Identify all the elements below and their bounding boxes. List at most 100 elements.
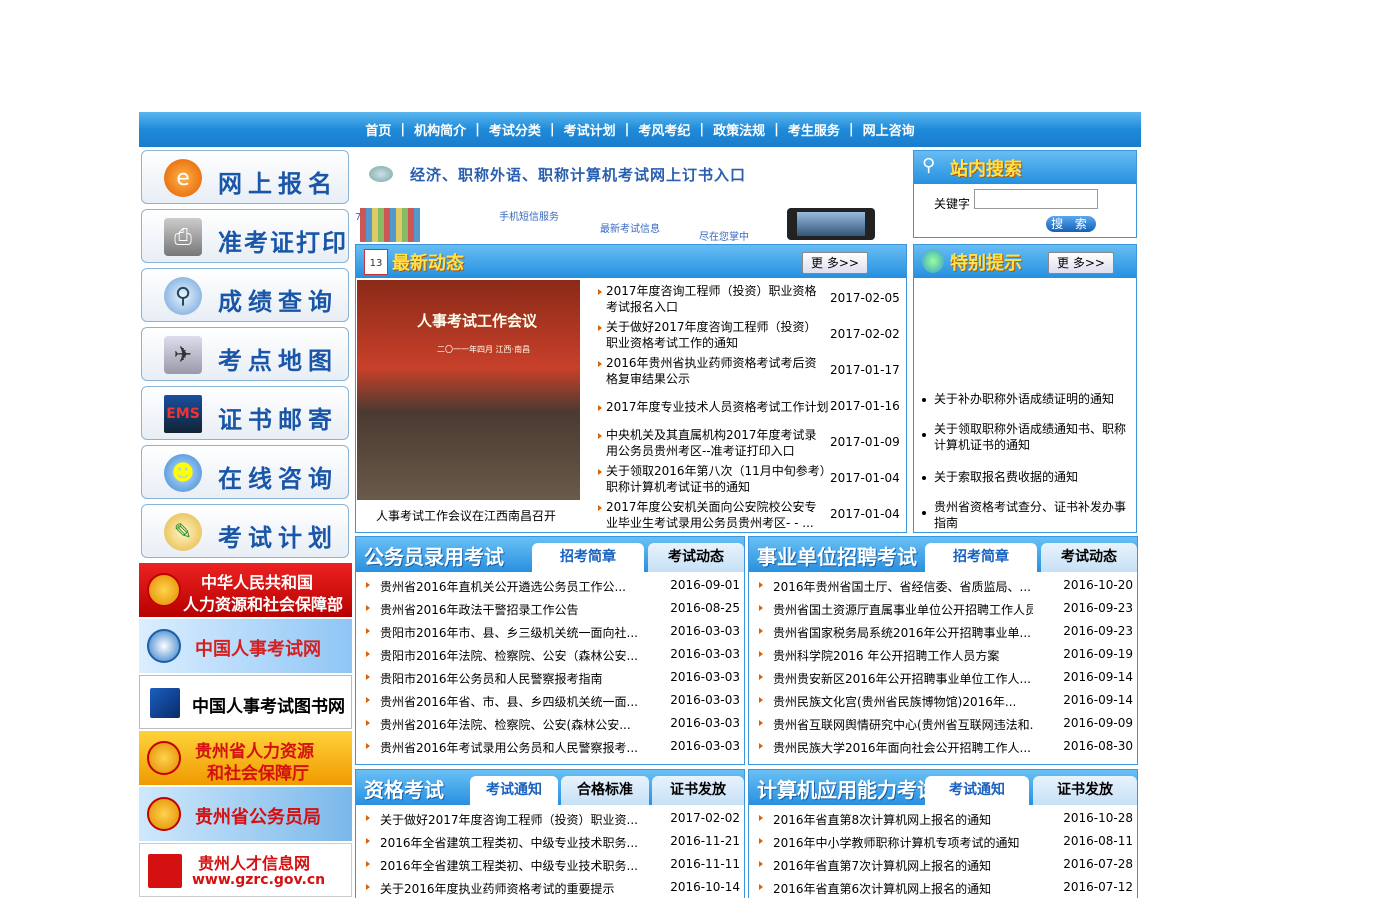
tip-item-title[interactable]: 关于领取职称外语成绩通知书、职称计算机证书的通知	[934, 421, 1127, 453]
news-item-title[interactable]: 2017年度公安机关面向公安院校公安专业毕业生考试录用公务员贵州考区- - ..…	[606, 499, 826, 531]
list-item-title[interactable]: 贵州省2016年法院、检察院、公安(森林公安...	[380, 716, 640, 733]
exam-plan-button[interactable]: ✎ 考试计划	[141, 504, 349, 558]
tab-recruitment-brief[interactable]: 招考简章	[532, 543, 644, 572]
bullet-icon	[366, 838, 370, 844]
tip-item-title[interactable]: 贵州省资格考试查分、证书补发办事指南	[934, 499, 1127, 531]
list-item-title[interactable]: 贵州省2016年直机关公开遴选公务员工作公...	[380, 578, 640, 595]
civil-service-exam-panel: 公务员录用考试 招考简章 考试动态 贵州省2016年直机关公开遴选公务员工作公.…	[355, 536, 745, 765]
map-icon: ✈	[164, 336, 202, 374]
list-item-title[interactable]: 贵州民族大学2016年面向社会公开招聘工作人...	[773, 739, 1033, 756]
list-item-title[interactable]: 贵州科学院2016 年公开招聘工作人员方案	[773, 647, 1033, 664]
list-item: 贵阳市2016年公务员和人民警察报考指南 2016-03-03	[356, 666, 744, 689]
ems-icon: EMS	[164, 395, 202, 433]
tip-item-title[interactable]: 关于补办职称外语成绩证明的通知	[934, 391, 1114, 407]
list-item-date: 2016-08-30	[1063, 739, 1133, 753]
list-item-date: 2016-09-01	[670, 578, 740, 592]
list-item-title[interactable]: 贵阳市2016年法院、检察院、公安（森林公安...	[380, 647, 640, 664]
tab-exam-notice[interactable]: 考试通知	[925, 776, 1029, 805]
news-item-date: 2017-01-09	[830, 435, 900, 449]
list-item-date: 2016-09-23	[1063, 624, 1133, 638]
list-item-title[interactable]: 贵州省国土资源厅直属事业单位公开招聘工作人员...	[773, 601, 1033, 618]
panel-header: 资格考试 考试通知 合格标准 证书发放	[356, 770, 744, 805]
score-query-button[interactable]: ⚲ 成绩查询	[141, 268, 349, 322]
photo-banner-text: 人事考试工作会议	[417, 312, 538, 330]
news-item-title[interactable]: 关于领取2016年第八次（11月中旬参考）职称计算机考试证书的通知	[606, 463, 826, 495]
tab-certificate-issue[interactable]: 证书发放	[1033, 776, 1137, 805]
list-item-date: 2016-10-14	[670, 880, 740, 894]
news-item-title[interactable]: 2016年贵州省执业药师资格考试考后资格复审结果公示	[606, 355, 826, 387]
certificate-mail-button[interactable]: EMS 证书邮寄	[141, 386, 349, 440]
gz-civil-service-banner[interactable]: 贵州省公务员局	[139, 787, 352, 841]
book-logo-icon	[148, 686, 182, 720]
list-item-title[interactable]: 贵州民族文化宫(贵州省民族博物馆)2016年...	[773, 693, 1033, 710]
exam-site-map-button[interactable]: ✈ 考点地图	[141, 327, 349, 381]
news-item-title[interactable]: 中央机关及其直属机构2017年度考试录用公务员贵州考区--准考证打印入口	[606, 427, 826, 459]
tips-more-button[interactable]: 更 多>>	[1048, 252, 1114, 274]
mohrss-banner[interactable]: 中华人民共和国 人力资源和社会保障部	[139, 563, 352, 617]
tab-pass-standard[interactable]: 合格标准	[561, 776, 649, 805]
news-photo[interactable]: 人事考试工作会议 二〇一一年四月 江西·南昌	[357, 280, 580, 500]
nav-home[interactable]: 首页	[356, 120, 400, 139]
list-item-title[interactable]: 贵州省2016年政法干警招录工作公告	[380, 601, 640, 618]
list-item-title[interactable]: 2016年全省建筑工程类初、中级专业技术职务...	[380, 834, 640, 851]
news-more-button[interactable]: 更 多>>	[802, 252, 868, 274]
book-order-advert[interactable]: 经济、职称外语、职称计算机考试网上订书入口 7 手机短信服务 最新考试信息 尽在…	[355, 150, 907, 244]
nav-candidate-service[interactable]: 考生服务	[779, 120, 849, 139]
list-item-title[interactable]: 贵阳市2016年公务员和人民警察报考指南	[380, 670, 640, 687]
nav-exam-plan[interactable]: 考试计划	[555, 120, 625, 139]
magnifier-icon: ⚲	[164, 277, 202, 315]
news-item-title[interactable]: 2017年度咨询工程师（投资）职业资格考试报名入口	[606, 283, 826, 315]
list-item-title[interactable]: 关于2016年度执业药师资格考试的重要提示	[380, 880, 640, 897]
list-item-title[interactable]: 关于做好2017年度咨询工程师（投资）职业资...	[380, 811, 640, 828]
list-item-title[interactable]: 贵州省2016年考试录用公务员和人民警察报考...	[380, 739, 640, 756]
list-item-date: 2017-02-02	[670, 811, 740, 825]
list-item-title[interactable]: 2016年贵州省国土厅、省经信委、省质监局、...	[773, 578, 1033, 595]
nav-exam-discipline[interactable]: 考风考纪	[629, 120, 699, 139]
list-item-title[interactable]: 贵州贵安新区2016年公开招聘事业单位工作人...	[773, 670, 1033, 687]
online-consult-button[interactable]: ☻ 在线咨询	[141, 445, 349, 499]
panel-title: 站内搜索	[950, 159, 1022, 180]
list-item-title[interactable]: 贵阳市2016年市、县、乡三级机关统一面向社...	[380, 624, 640, 641]
tab-exam-notice[interactable]: 考试通知	[470, 776, 558, 805]
bullet-icon	[366, 605, 370, 611]
tip-item-title[interactable]: 关于索取报名费收据的通知	[934, 469, 1078, 485]
list-item-title[interactable]: 2016年省直第8次计算机网上报名的通知	[773, 811, 1033, 828]
tab-exam-news[interactable]: 考试动态	[648, 543, 744, 572]
list-item-title[interactable]: 2016年省直第7次计算机网上报名的通知	[773, 857, 1033, 874]
nav-exam-category[interactable]: 考试分类	[480, 120, 550, 139]
list-item: 贵州贵安新区2016年公开招聘事业单位工作人... 2016-09-14	[749, 666, 1137, 689]
nav-about[interactable]: 机构简介	[405, 120, 475, 139]
news-item-title[interactable]: 2017年度专业技术人员资格考试工作计划	[606, 399, 836, 415]
list-item-title[interactable]: 贵州省2016年省、市、县、乡四级机关统一面...	[380, 693, 640, 710]
quick-link-label: 成绩查询	[218, 287, 338, 316]
list-item-title[interactable]: 2016年中小学教师职称计算机专项考试的通知	[773, 834, 1033, 851]
list-item-title[interactable]: 2016年省直第6次计算机网上报名的通知	[773, 880, 1033, 897]
search-button[interactable]: 搜 索	[1046, 216, 1096, 232]
page-wrapper: 首页 | 机构简介 | 考试分类 | 考试计划 | 考风考纪 | 政策法规 | 考生服务 | …	[139, 112, 1141, 898]
tab-exam-news[interactable]: 考试动态	[1041, 543, 1137, 572]
bullet-icon	[366, 674, 370, 680]
keyword-input[interactable]	[974, 189, 1098, 209]
bullet-icon	[366, 697, 370, 703]
nav-policy[interactable]: 政策法规	[704, 120, 774, 139]
list-item-title[interactable]: 2016年全省建筑工程类初、中级专业技术职务...	[380, 857, 640, 874]
tab-certificate-issue[interactable]: 证书发放	[652, 776, 744, 805]
list-item: 2016年全省建筑工程类初、中级专业技术职务... 2016-11-11	[356, 853, 744, 876]
panel-title: 公务员录用考试	[364, 545, 504, 569]
cpta-bookstore-banner[interactable]: 中国人事考试图书网	[139, 675, 352, 729]
gzrc-banner[interactable]: 贵州人才信息网 www.gzrc.gov.cn	[139, 843, 352, 897]
bullet-icon	[598, 289, 602, 295]
list-item-title[interactable]: 贵州省国家税务局系统2016年公开招聘事业单...	[773, 624, 1033, 641]
cpta-banner[interactable]: 中国人事考试网	[139, 619, 352, 673]
admission-ticket-print-button[interactable]: ⎙ 准考证打印	[141, 209, 349, 263]
news-item-title[interactable]: 关于做好2017年度咨询工程师（投资）职业资格考试工作的通知	[606, 319, 826, 351]
online-registration-button[interactable]: e 网上报名	[141, 150, 349, 204]
tab-recruitment-brief[interactable]: 招考简章	[925, 543, 1037, 572]
gz-hrss-banner[interactable]: 贵州省人力资源 和社会保障厅	[139, 731, 352, 785]
list-item-title[interactable]: 贵州省互联网舆情研究中心(贵州省互联网违法和...	[773, 716, 1033, 733]
list-item: 2016年中小学教师职称计算机专项考试的通知 2016-08-11	[749, 830, 1137, 853]
photo-caption[interactable]: 人事考试工作会议在江西南昌召开	[376, 507, 556, 524]
banner-line: 贵州省公务员局	[195, 807, 321, 828]
books-image	[360, 208, 420, 242]
nav-online-consult[interactable]: 网上咨询	[854, 120, 924, 139]
